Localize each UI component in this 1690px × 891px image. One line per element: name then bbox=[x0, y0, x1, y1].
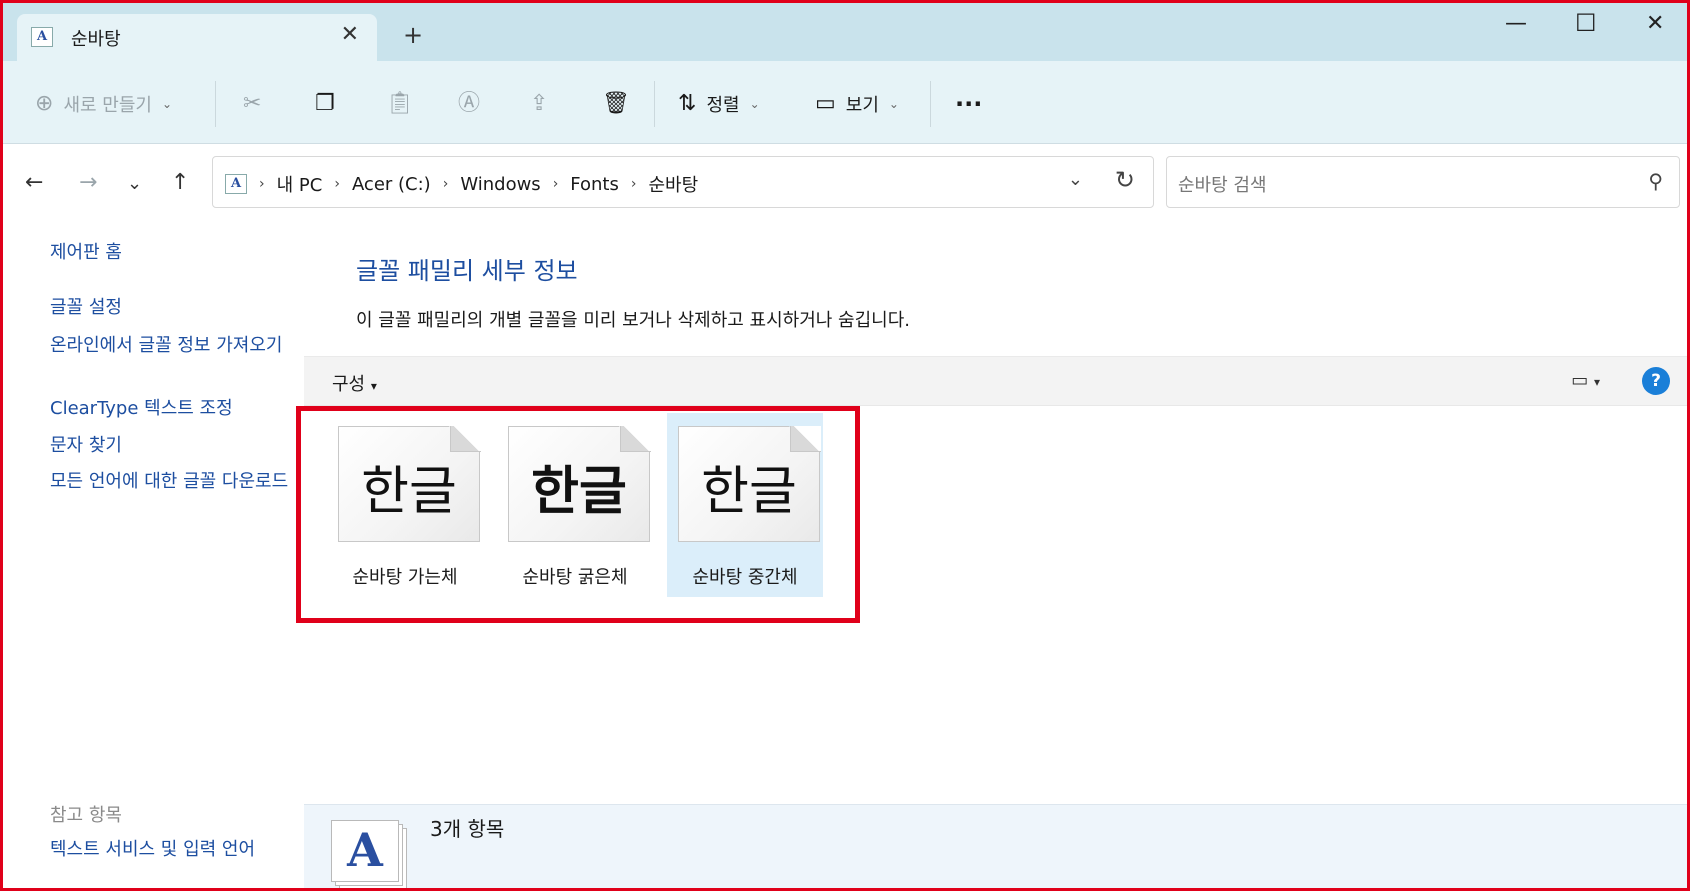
address-bar[interactable]: A › 내 PC › Acer (C:) › Windows › Fonts ›… bbox=[212, 156, 1154, 208]
font-glyph-icon: A bbox=[347, 823, 383, 877]
copy-icon: ❐ bbox=[315, 91, 335, 116]
search-placeholder: 순바탕 검색 bbox=[1178, 175, 1267, 196]
font-item-label: 순바탕 굵은체 bbox=[522, 567, 628, 588]
chevron-right-icon[interactable]: › bbox=[334, 176, 340, 192]
more-options-button[interactable]: ··· bbox=[955, 89, 982, 119]
organize-button[interactable]: 구성 ▾ bbox=[332, 370, 377, 396]
rename-button[interactable]: Ⓐ bbox=[458, 89, 480, 119]
organize-label: 구성 bbox=[332, 374, 366, 395]
new-tab-icon[interactable]: + bbox=[403, 23, 423, 47]
copy-button[interactable]: ❐ bbox=[315, 89, 335, 119]
search-box[interactable]: 순바탕 검색 ⚲ bbox=[1166, 156, 1680, 208]
navigation-bar: ← → ⌄ ↑ A › 내 PC › Acer (C:) › Windows ›… bbox=[3, 145, 1687, 223]
get-font-info-online-link[interactable]: 온라인에서 글꼴 정보 가져오기 bbox=[50, 334, 295, 358]
breadcrumb-item-this-pc[interactable]: 내 PC bbox=[277, 171, 323, 197]
paste-button[interactable]: 📋︎ bbox=[386, 89, 414, 119]
font-item-bold[interactable]: 한글 순바탕 굵은체 bbox=[497, 413, 653, 597]
font-folder-icon: A bbox=[225, 174, 247, 194]
font-item-medium[interactable]: 한글 순바탕 중간체 bbox=[667, 413, 823, 597]
delete-button[interactable]: 🗑︎ bbox=[602, 89, 630, 119]
chevron-right-icon[interactable]: › bbox=[443, 176, 449, 192]
title-bar: A 순바탕 ✕ + — ☐ ✕ bbox=[3, 3, 1687, 61]
font-preview: 한글 bbox=[701, 462, 797, 522]
tab-title: 순바탕 bbox=[71, 29, 121, 50]
font-settings-link[interactable]: 글꼴 설정 bbox=[50, 296, 295, 320]
text-services-link[interactable]: 텍스트 서비스 및 입력 언어 bbox=[50, 838, 295, 862]
ellipsis-icon: ··· bbox=[955, 90, 983, 118]
font-item-label: 순바탕 중간체 bbox=[692, 567, 798, 588]
back-arrow-icon[interactable]: ← bbox=[25, 170, 43, 195]
view-icon: ▭ bbox=[815, 91, 836, 116]
breadcrumb: A › 내 PC › Acer (C:) › Windows › Fonts ›… bbox=[225, 171, 698, 197]
sort-arrows-icon: ⇅ bbox=[678, 91, 697, 116]
toolbar-divider bbox=[654, 81, 655, 127]
scissors-icon: ✂ bbox=[243, 91, 262, 116]
address-dropdown-icon[interactable]: ⌄ bbox=[1068, 169, 1083, 190]
font-folder-icon: A bbox=[31, 27, 53, 47]
refresh-icon[interactable]: ↻ bbox=[1115, 166, 1135, 194]
forward-arrow-icon[interactable]: → bbox=[79, 170, 97, 195]
new-button-label: 새로 만들기 bbox=[63, 95, 152, 116]
organize-bar: 구성 ▾ ▭ ▾ ? bbox=[304, 356, 1687, 406]
view-button-label: 보기 bbox=[845, 95, 879, 116]
toolbar-divider bbox=[930, 81, 931, 127]
recent-locations-icon[interactable]: ⌄ bbox=[127, 173, 142, 194]
search-icon[interactable]: ⚲ bbox=[1648, 169, 1663, 193]
maximize-icon[interactable]: ☐ bbox=[1575, 9, 1597, 37]
details-pane: A 3개 항목 bbox=[304, 804, 1687, 888]
close-tab-icon[interactable]: ✕ bbox=[341, 22, 359, 47]
view-button[interactable]: ▭ 보기 ⌄ bbox=[815, 89, 899, 119]
breadcrumb-item-current[interactable]: 순바탕 bbox=[648, 171, 698, 197]
control-panel-home-link[interactable]: 제어판 홈 bbox=[50, 241, 295, 265]
clipboard-icon: 📋︎ bbox=[386, 91, 414, 116]
chevron-right-icon[interactable]: › bbox=[259, 176, 265, 192]
caret-down-icon: ▾ bbox=[370, 379, 377, 393]
cleartype-tuner-link[interactable]: ClearType 텍스트 조정 bbox=[50, 397, 295, 421]
find-character-link[interactable]: 문자 찾기 bbox=[50, 434, 295, 458]
share-button[interactable]: ⇪ bbox=[530, 89, 548, 119]
see-also-heading: 참고 항목 bbox=[50, 805, 122, 826]
breadcrumb-item-drive-c[interactable]: Acer (C:) bbox=[352, 174, 431, 195]
chevron-down-icon: ⌄ bbox=[749, 97, 760, 111]
new-button[interactable]: ⊕ 새로 만들기 ⌄ bbox=[35, 89, 172, 119]
help-icon[interactable]: ? bbox=[1642, 367, 1670, 395]
minimize-icon[interactable]: — bbox=[1505, 11, 1527, 36]
chevron-right-icon[interactable]: › bbox=[553, 176, 559, 192]
chevron-down-icon: ⌄ bbox=[161, 97, 173, 111]
page-title: 글꼴 패밀리 세부 정보 bbox=[356, 257, 578, 285]
breadcrumb-item-fonts[interactable]: Fonts bbox=[570, 174, 619, 195]
font-item-light[interactable]: 한글 순바탕 가는체 bbox=[327, 413, 483, 597]
sort-button-label: 정렬 bbox=[706, 95, 740, 116]
chevron-right-icon[interactable]: › bbox=[631, 176, 637, 192]
breadcrumb-item-windows[interactable]: Windows bbox=[460, 174, 540, 195]
download-fonts-all-languages-link[interactable]: 모든 언어에 대한 글꼴 다운로드 bbox=[50, 470, 295, 494]
trash-icon: 🗑︎ bbox=[602, 91, 630, 116]
font-preview: 한글 bbox=[361, 462, 457, 522]
left-pane: 제어판 홈 글꼴 설정 온라인에서 글꼴 정보 가져오기 ClearType 텍… bbox=[3, 223, 304, 888]
chevron-down-icon: ⌄ bbox=[888, 97, 899, 111]
main-content: 글꼴 패밀리 세부 정보 이 글꼴 패밀리의 개별 글꼴을 미리 보거나 삭제하… bbox=[296, 223, 1687, 888]
rename-icon: Ⓐ bbox=[458, 91, 481, 116]
close-window-icon[interactable]: ✕ bbox=[1646, 11, 1664, 36]
tab-font-family[interactable]: A 순바탕 ✕ bbox=[17, 14, 377, 61]
command-bar: ⊕ 새로 만들기 ⌄ ✂ ❐ 📋︎ Ⓐ ⇪ 🗑︎ ⇅ 정렬 ⌄ ▭ 보기 ⌄ ·… bbox=[3, 61, 1687, 144]
font-item-label: 순바탕 가는체 bbox=[352, 567, 458, 588]
item-count: 3개 항목 bbox=[430, 817, 505, 841]
change-view-icon[interactable]: ▭ ▾ bbox=[1571, 370, 1600, 391]
page-description: 이 글꼴 패밀리의 개별 글꼴을 미리 보거나 삭제하고 표시하거나 숨깁니다. bbox=[356, 310, 911, 331]
cut-button[interactable]: ✂ bbox=[243, 89, 261, 119]
sort-button[interactable]: ⇅ 정렬 ⌄ bbox=[678, 89, 760, 119]
toolbar-divider bbox=[215, 81, 216, 127]
share-icon: ⇪ bbox=[530, 91, 549, 116]
up-arrow-icon[interactable]: ↑ bbox=[171, 170, 189, 195]
explorer-window: A 순바탕 ✕ + — ☐ ✕ ⊕ 새로 만들기 ⌄ ✂ ❐ 📋︎ Ⓐ ⇪ 🗑︎… bbox=[0, 0, 1690, 891]
plus-circle-icon: ⊕ bbox=[35, 91, 54, 116]
font-preview: 한글 bbox=[531, 461, 627, 522]
